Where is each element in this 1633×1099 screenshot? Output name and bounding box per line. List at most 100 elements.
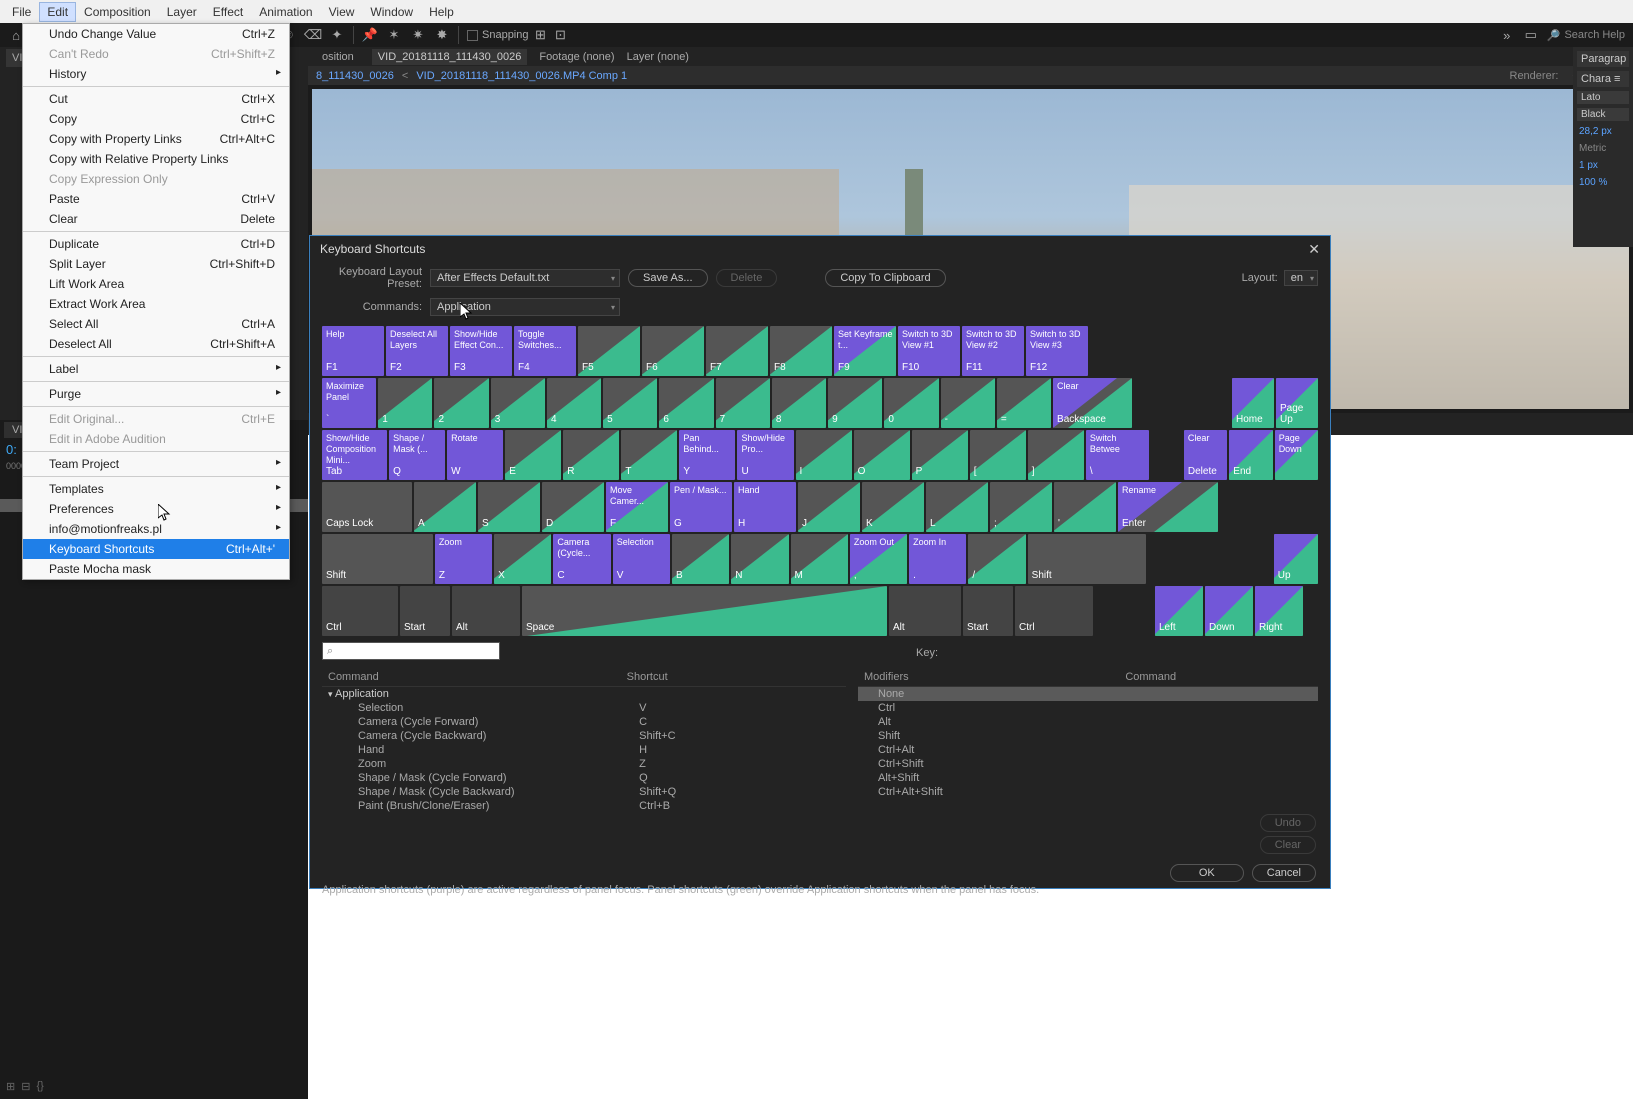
key-shift[interactable]: Shift <box>322 534 433 584</box>
key-2[interactable]: 2 <box>434 378 488 428</box>
character-title[interactable]: Chara ≡ <box>1577 71 1629 87</box>
menu-item[interactable]: Lift Work Area <box>23 274 289 294</box>
menu-item[interactable]: Keyboard ShortcutsCtrl+Alt+' <box>23 539 289 559</box>
key-pageup[interactable]: Page Up <box>1276 378 1318 428</box>
key-[interactable]: Zoom Out, <box>850 534 907 584</box>
menu-item[interactable]: Purge <box>23 384 289 404</box>
menu-item[interactable]: PasteCtrl+V <box>23 189 289 209</box>
command-row[interactable]: Paint (Brush/Clone/Eraser)Ctrl+B <box>322 799 846 813</box>
key-[interactable]: ; <box>990 482 1052 532</box>
key-a[interactable]: A <box>414 482 476 532</box>
clear-button[interactable]: Clear <box>1260 836 1316 854</box>
menu-item[interactable]: Team Project <box>23 454 289 474</box>
key-s[interactable]: S <box>478 482 540 532</box>
command-search[interactable]: ⌕ <box>322 642 500 660</box>
view-axis-icon[interactable]: ✸ <box>434 27 450 43</box>
key-g[interactable]: Pen / Mask...G <box>670 482 732 532</box>
toggle-brackets-icon[interactable]: {} <box>36 1080 43 1093</box>
key-5[interactable]: 5 <box>603 378 657 428</box>
menu-layer[interactable]: Layer <box>159 2 205 22</box>
key-f[interactable]: Move Camer...F <box>606 482 668 532</box>
key-f12[interactable]: Switch to 3D View #3F12 <box>1026 326 1088 376</box>
menu-help[interactable]: Help <box>421 2 462 22</box>
key-home[interactable]: Home <box>1232 378 1274 428</box>
roto-tool-icon[interactable]: ✦ <box>329 27 345 43</box>
key-f8[interactable]: F8 <box>770 326 832 376</box>
key-p[interactable]: P <box>912 430 968 480</box>
key-9[interactable]: 9 <box>828 378 882 428</box>
key-down[interactable]: Down <box>1205 586 1253 636</box>
world-axis-icon[interactable]: ✷ <box>410 27 426 43</box>
menu-view[interactable]: View <box>321 2 363 22</box>
menu-item[interactable]: info@motionfreaks.pl <box>23 519 289 539</box>
menu-effect[interactable]: Effect <box>205 2 251 22</box>
key-6[interactable]: 6 <box>659 378 713 428</box>
menu-composition[interactable]: Composition <box>76 2 159 22</box>
snap-opt2-icon[interactable]: ⊡ <box>553 27 569 43</box>
key-t[interactable]: T <box>621 430 677 480</box>
key-right[interactable]: Right <box>1255 586 1303 636</box>
key-[interactable]: = <box>997 378 1051 428</box>
menu-item[interactable]: Deselect AllCtrl+Shift+A <box>23 334 289 354</box>
key-w[interactable]: RotateW <box>447 430 503 480</box>
leading[interactable]: 1 px <box>1577 159 1629 172</box>
key-end[interactable]: End <box>1229 430 1272 480</box>
command-row[interactable]: Camera (Cycle Backward)Shift+C <box>322 729 846 743</box>
menu-item[interactable]: ClearDelete <box>23 209 289 229</box>
save-as-button[interactable]: Save As... <box>628 269 708 287</box>
modifier-row[interactable]: Shift <box>858 729 1318 743</box>
paragraph-tab[interactable]: Paragrap <box>1577 51 1629 67</box>
key-8[interactable]: 8 <box>772 378 826 428</box>
key-ctrl[interactable]: Ctrl <box>322 586 398 636</box>
snapping-checkbox[interactable] <box>467 30 478 41</box>
snap-opt1-icon[interactable]: ⊞ <box>533 27 549 43</box>
key-n[interactable]: N <box>731 534 788 584</box>
search-input[interactable]: Search Help <box>1564 29 1625 41</box>
key-v[interactable]: SelectionV <box>613 534 670 584</box>
menu-item[interactable]: CopyCtrl+C <box>23 109 289 129</box>
font-style[interactable]: Black <box>1577 108 1629 121</box>
key-f10[interactable]: Switch to 3D View #1F10 <box>898 326 960 376</box>
key-f7[interactable]: F7 <box>706 326 768 376</box>
preset-dropdown[interactable]: After Effects Default.txt▾ <box>430 269 620 287</box>
key-[interactable]: / <box>968 534 1025 584</box>
command-row[interactable]: Shape / Mask (Cycle Backward)Shift+Q <box>322 785 846 799</box>
commands-dropdown[interactable]: Application▾ <box>430 298 620 316</box>
key-[interactable]: - <box>941 378 995 428</box>
key-[interactable]: Switch Betwee\ <box>1086 430 1149 480</box>
undo-button[interactable]: Undo <box>1260 814 1316 832</box>
key-q[interactable]: Shape / Mask (...Q <box>389 430 445 480</box>
menu-animation[interactable]: Animation <box>251 2 320 22</box>
edit-menu-dropdown[interactable]: Undo Change ValueCtrl+ZCan't RedoCtrl+Sh… <box>22 23 290 580</box>
key-[interactable]: Zoom In. <box>909 534 966 584</box>
modifier-row[interactable]: Alt+Shift <box>858 771 1318 785</box>
menu-edit[interactable]: Edit <box>39 2 76 22</box>
key-0[interactable]: 0 <box>884 378 938 428</box>
menu-item[interactable]: Label <box>23 359 289 379</box>
menu-item[interactable]: Templates <box>23 479 289 499</box>
key-f6[interactable]: F6 <box>642 326 704 376</box>
key-k[interactable]: K <box>862 482 924 532</box>
key-b[interactable]: B <box>672 534 729 584</box>
key-enter[interactable]: RenameEnter <box>1118 482 1218 532</box>
modifier-row[interactable]: Ctrl <box>858 701 1318 715</box>
menu-file[interactable]: File <box>4 2 39 22</box>
menu-window[interactable]: Window <box>362 2 421 22</box>
key-j[interactable]: J <box>798 482 860 532</box>
layout-dropdown[interactable]: en▾ <box>1284 270 1318 286</box>
key-m[interactable]: M <box>791 534 848 584</box>
key-space[interactable]: Space <box>522 586 887 636</box>
menu-item[interactable]: Copy with Property LinksCtrl+Alt+C <box>23 129 289 149</box>
key-d[interactable]: D <box>542 482 604 532</box>
close-icon[interactable]: ✕ <box>1308 241 1320 258</box>
command-row[interactable]: Shape / Mask (Cycle Forward)Q <box>322 771 846 785</box>
key-e[interactable]: E <box>505 430 561 480</box>
menu-item[interactable]: CutCtrl+X <box>23 89 289 109</box>
key-f2[interactable]: Deselect All LayersF2 <box>386 326 448 376</box>
key-y[interactable]: Pan Behind...Y <box>679 430 735 480</box>
key-start[interactable]: Start <box>400 586 450 636</box>
scale[interactable]: 100 % <box>1577 176 1629 189</box>
menu-item[interactable]: Split LayerCtrl+Shift+D <box>23 254 289 274</box>
key-3[interactable]: 3 <box>491 378 545 428</box>
key-shift[interactable]: Shift <box>1028 534 1146 584</box>
